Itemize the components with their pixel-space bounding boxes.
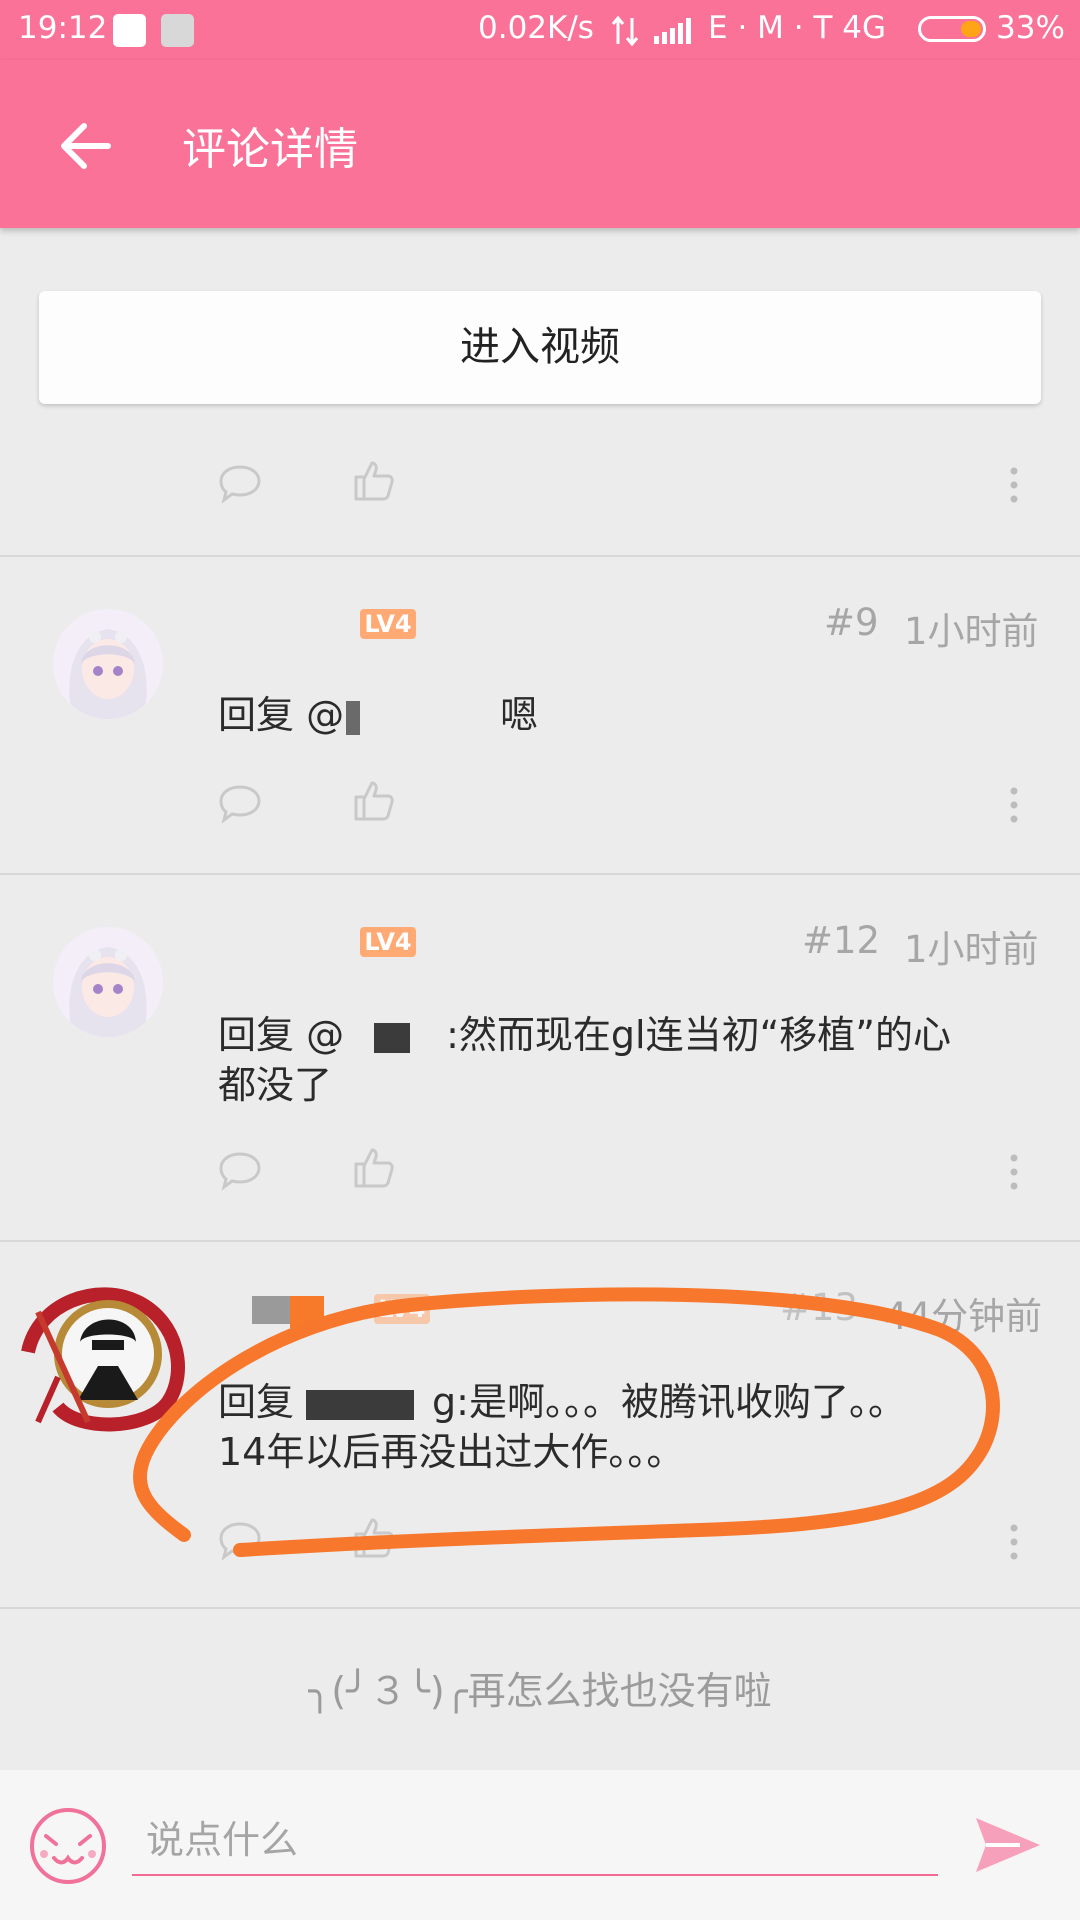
comment-bubble-icon[interactable]: [218, 783, 262, 825]
floor-number: #12: [802, 919, 881, 962]
floor-number: #13: [780, 1286, 859, 1329]
comment-input-bar: [0, 1770, 1080, 1920]
avatar[interactable]: [18, 1282, 188, 1432]
avatar[interactable]: [53, 927, 163, 1037]
app-bar: 评论详情: [0, 60, 1080, 228]
notification-app-icon: [113, 14, 146, 47]
comment-item: LV4 #12 1小时前 回复 @ :然而现在gl连当初“移植”的心 都没了: [0, 875, 1080, 1240]
battery-icon: [918, 16, 986, 42]
reply-prefix: 回复 @: [218, 1013, 345, 1057]
redacted-name: [374, 1022, 411, 1053]
status-time: 19:12: [18, 10, 108, 46]
comment-input[interactable]: [132, 1806, 938, 1876]
more-vertical-icon[interactable]: [1006, 1152, 1022, 1192]
more-vertical-icon[interactable]: [1006, 785, 1022, 825]
thumbs-up-icon[interactable]: [352, 1146, 396, 1190]
reply-body-line2: 都没了: [218, 1063, 333, 1107]
comment-time: 44分钟前: [884, 1295, 1043, 1338]
page-title: 评论详情: [182, 124, 358, 175]
comment-text: 回复 @ 嗯: [218, 690, 1038, 740]
redacted-name: [346, 700, 361, 735]
reply-body: 嗯: [500, 693, 539, 737]
end-of-list-text: ╮(╯３╰)╭再怎么找也没有啦: [308, 1669, 772, 1713]
redacted-username: [290, 1296, 324, 1328]
comment-bubble-icon[interactable]: [218, 1150, 262, 1192]
reply-prefix: 回复: [218, 1380, 295, 1424]
comment-actions: [0, 1142, 1080, 1202]
enter-video-button[interactable]: 进入视频: [39, 291, 1041, 404]
divider: [0, 1607, 1080, 1609]
comment-time: 1小时前: [904, 610, 1039, 653]
more-vertical-icon[interactable]: [1006, 465, 1022, 505]
back-arrow-icon[interactable]: [58, 118, 114, 174]
comment-item: LV4 #9 1小时前 回复 @ 嗯: [0, 557, 1080, 873]
avatar[interactable]: [53, 609, 163, 719]
level-badge: LV4: [374, 1294, 430, 1324]
reply-prefix: 回复 @: [218, 693, 345, 737]
thumbs-up-icon[interactable]: [352, 779, 396, 823]
redacted-name: [306, 1389, 415, 1420]
redacted-username: [252, 1296, 292, 1324]
notification-list-icon: [161, 14, 194, 47]
comment-text: 回复 g:是啊。。。被腾讯收购了。。 14年以后再没出过大作。。。: [218, 1377, 1038, 1477]
floor-number: #9: [824, 601, 879, 644]
comment-actions: [0, 775, 1080, 835]
reply-body-line2: 14年以后再没出过大作。。。: [218, 1430, 685, 1474]
comment-actions: [0, 455, 1080, 515]
comment-time: 1小时前: [904, 928, 1039, 971]
reply-body: :然而现在gl连当初“移植”的心: [446, 1013, 951, 1057]
reply-body: g:是啊。。。被腾讯收购了。。: [432, 1380, 906, 1424]
emoji-face-icon[interactable]: [26, 1806, 110, 1886]
send-icon[interactable]: [974, 1814, 1042, 1876]
battery-percent: 33%: [996, 10, 1065, 46]
status-bar: 19:12 0.02K/s E · M · T 4G 33%: [0, 0, 1080, 60]
comment-actions: [0, 1512, 1080, 1572]
status-net-speed: 0.02K/s: [478, 10, 594, 46]
comment-text: 回复 @ :然而现在gl连当初“移植”的心 都没了: [218, 1010, 1038, 1110]
comment-bubble-icon[interactable]: [218, 1520, 262, 1562]
thumbs-up-icon[interactable]: [352, 1516, 396, 1560]
thumbs-up-icon[interactable]: [352, 459, 396, 503]
comment-bubble-icon[interactable]: [218, 463, 262, 505]
comment-item: LV4 #13 44分钟前 回复 g:是啊。。。被腾讯收购了。。 14年以后再没出…: [0, 1242, 1080, 1607]
data-transfer-icon: [611, 16, 639, 46]
level-badge: LV4: [360, 609, 416, 639]
signal-icon: [654, 18, 691, 44]
more-vertical-icon[interactable]: [1006, 1522, 1022, 1562]
level-badge: LV4: [360, 927, 416, 957]
status-carrier: E · M · T 4G: [708, 10, 886, 46]
